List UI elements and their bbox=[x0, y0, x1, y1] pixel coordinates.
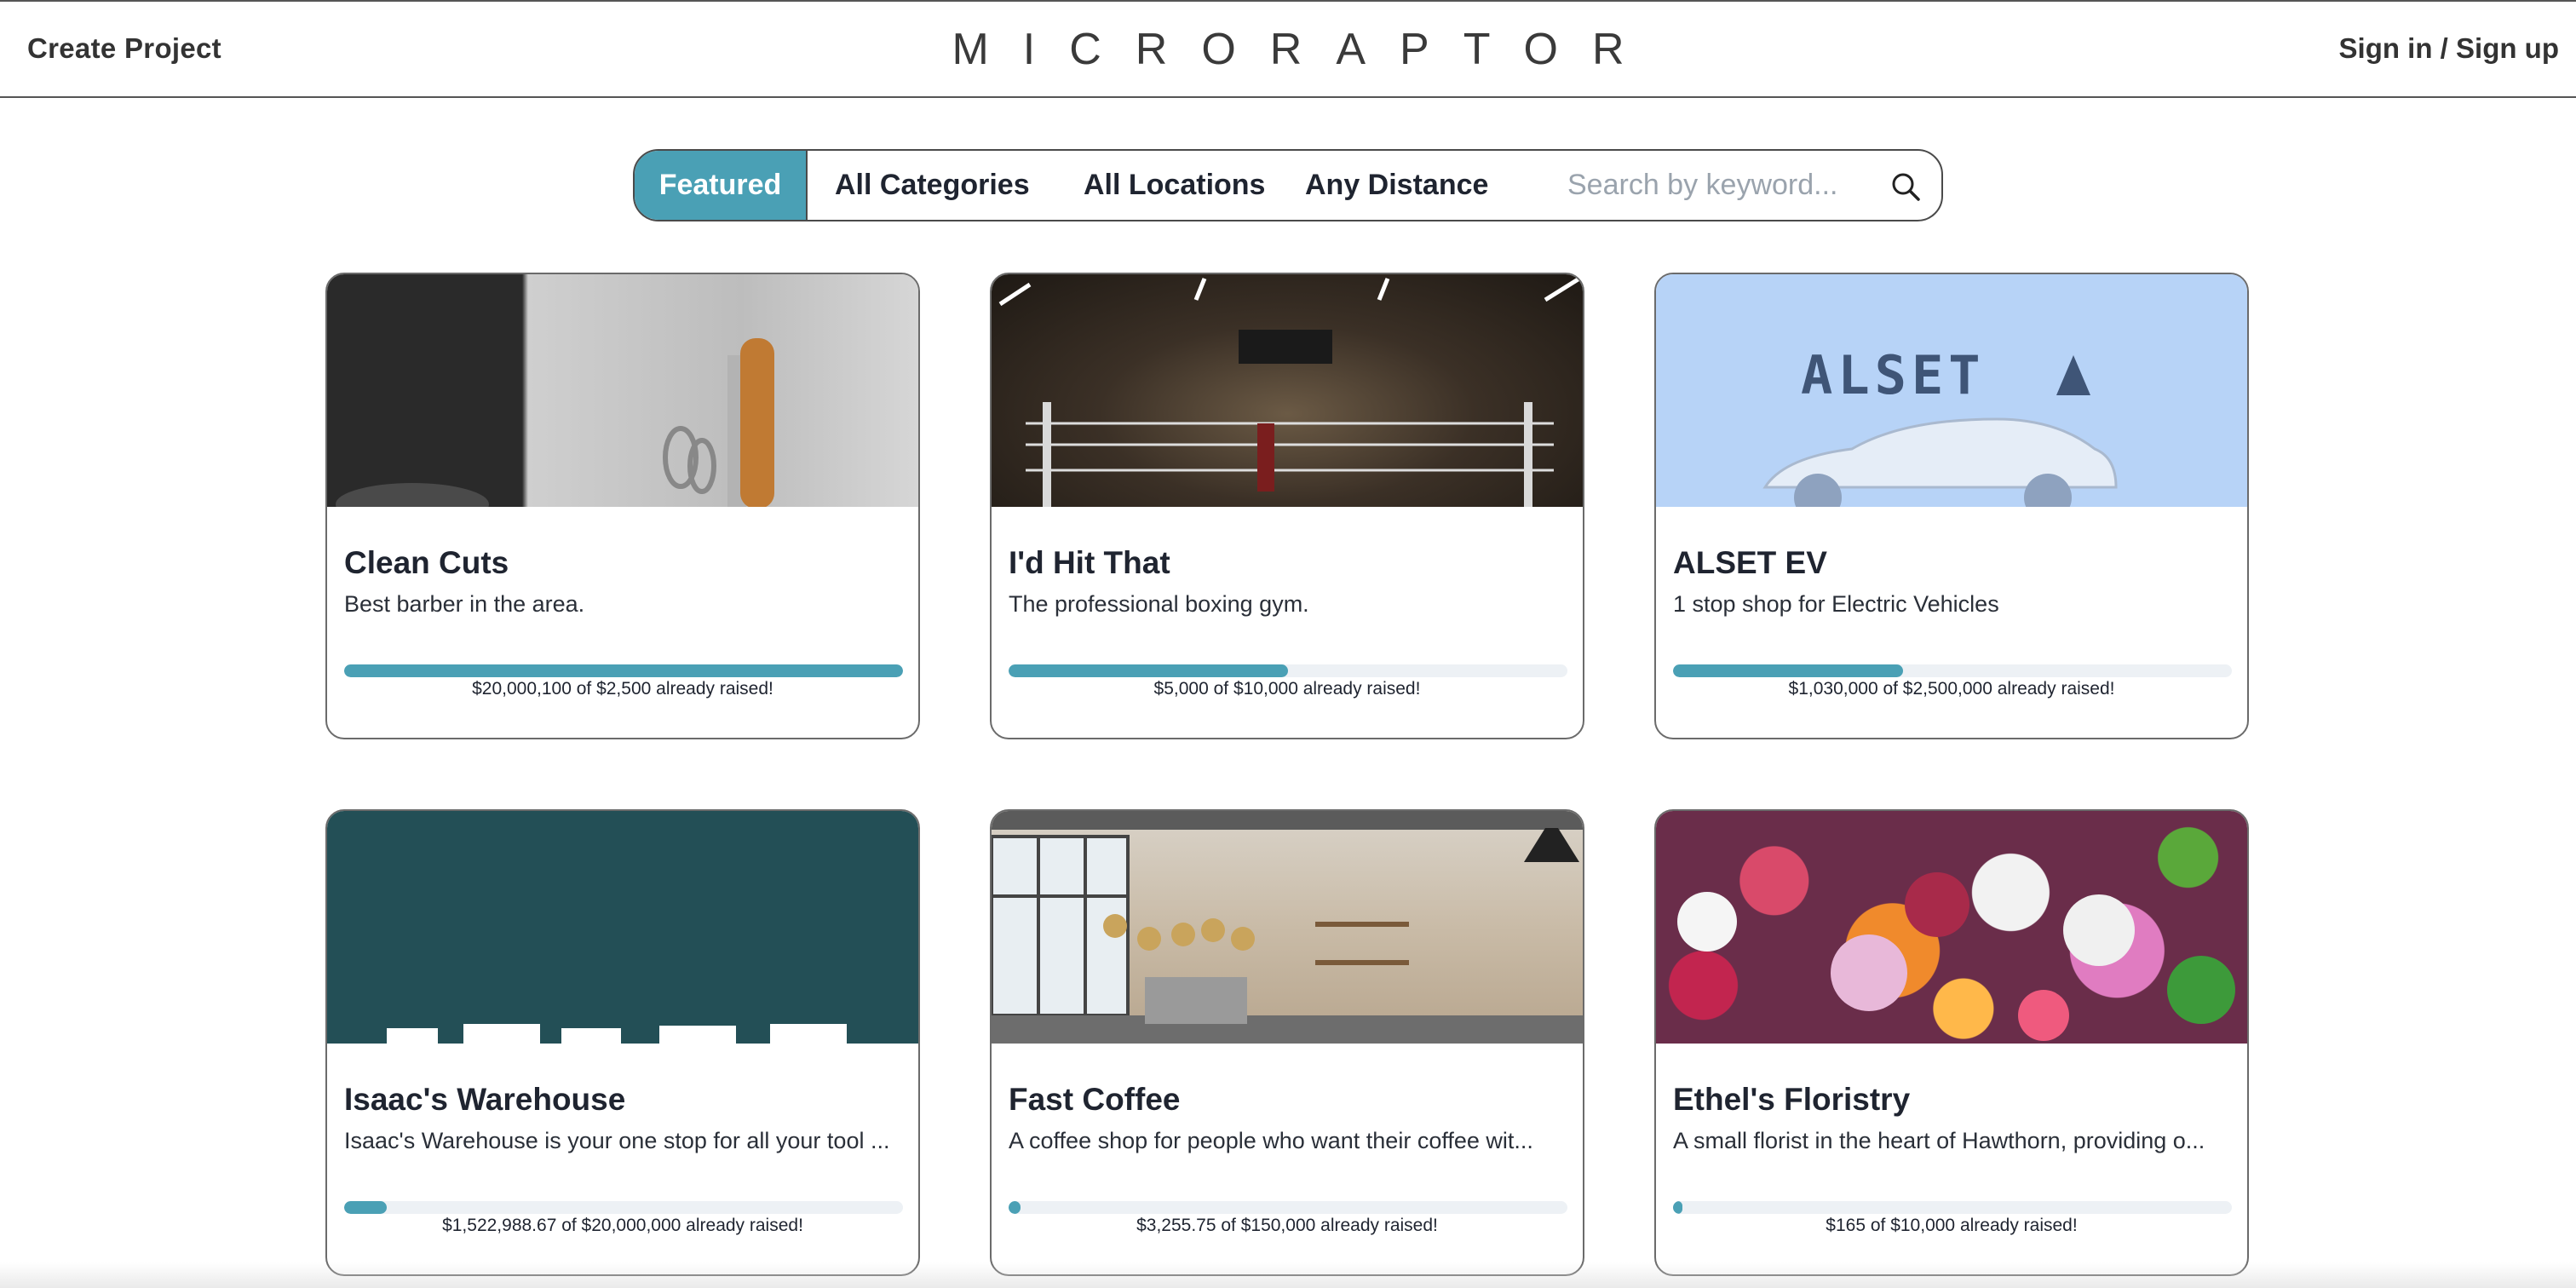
alset-logo-text: ALSET bbox=[1801, 344, 1986, 406]
project-card[interactable]: I'd Hit That The professional boxing gym… bbox=[990, 273, 1584, 739]
raised-amount-text: $1,522,988.67 of $20,000,000 already rai… bbox=[442, 1216, 803, 1235]
funding-progress-bar bbox=[344, 664, 903, 677]
progress-fill bbox=[1009, 664, 1288, 677]
raised-amount-text: $1,030,000 of $2,500,000 already raised! bbox=[1788, 679, 2115, 699]
search-icon[interactable] bbox=[1889, 170, 1923, 204]
project-image-coffee-shop bbox=[992, 811, 1583, 1044]
project-image-barber bbox=[327, 274, 918, 507]
brand-logo-text[interactable]: MICRORAPTOR bbox=[0, 24, 2576, 75]
progress-fill bbox=[1673, 664, 1904, 677]
progress-fill bbox=[344, 1201, 387, 1214]
progress-fill bbox=[1009, 1201, 1021, 1214]
project-description: Best barber in the area. bbox=[344, 591, 585, 617]
signin-signup-link[interactable]: Sign in / Sign up bbox=[2339, 32, 2559, 65]
project-title[interactable]: Isaac's Warehouse bbox=[344, 1082, 625, 1118]
progress-fill bbox=[1673, 1201, 1682, 1214]
top-header: Create Project MICRORAPTOR Sign in / Sig… bbox=[0, 0, 2576, 98]
project-card[interactable]: Isaac's Warehouse Isaac's Warehouse is y… bbox=[325, 809, 920, 1276]
project-description: A small florist in the heart of Hawthorn… bbox=[1673, 1128, 2205, 1153]
project-image-alset-logo: ALSET bbox=[1656, 274, 2247, 507]
all-categories-dropdown[interactable]: All Categories bbox=[808, 169, 1056, 202]
project-card[interactable]: Fast Coffee A coffee shop for people who… bbox=[990, 809, 1584, 1276]
project-title[interactable]: Clean Cuts bbox=[344, 545, 509, 581]
project-card[interactable]: ALSET ALSET EV 1 stop shop for Electric … bbox=[1654, 273, 2249, 739]
all-locations-dropdown[interactable]: All Locations bbox=[1056, 169, 1278, 202]
project-title[interactable]: ALSET EV bbox=[1673, 545, 1827, 581]
project-card[interactable]: Ethel's Floristry A small florist in the… bbox=[1654, 809, 2249, 1276]
keyword-search-input[interactable] bbox=[1567, 169, 1908, 202]
funding-progress-bar bbox=[1009, 1201, 1567, 1214]
funding-progress-bar bbox=[1009, 664, 1567, 677]
page-bottom-shadow bbox=[0, 1262, 2576, 1288]
raised-amount-text: $3,255.75 of $150,000 already raised! bbox=[1136, 1216, 1438, 1235]
funding-progress-bar bbox=[1673, 1201, 2232, 1214]
project-card[interactable]: Clean Cuts Best barber in the area. $20,… bbox=[325, 273, 920, 739]
raised-amount-text: $20,000,100 of $2,500 already raised! bbox=[472, 679, 773, 699]
raised-amount-text: $165 of $10,000 already raised! bbox=[1826, 1216, 2078, 1235]
project-description: The professional boxing gym. bbox=[1009, 591, 1309, 617]
project-title[interactable]: Ethel's Floristry bbox=[1673, 1082, 1910, 1118]
project-image-warehouse-logo bbox=[327, 811, 918, 1044]
filter-bar: Featured All Categories All Locations An… bbox=[633, 149, 1943, 221]
project-description: Isaac's Warehouse is your one stop for a… bbox=[344, 1128, 890, 1153]
project-description: A coffee shop for people who want their … bbox=[1009, 1128, 1533, 1153]
project-description: 1 stop shop for Electric Vehicles bbox=[1673, 591, 1999, 617]
project-title[interactable]: Fast Coffee bbox=[1009, 1082, 1180, 1118]
featured-tab[interactable]: Featured bbox=[635, 151, 808, 220]
project-image-flowers bbox=[1656, 811, 2247, 1044]
raised-amount-text: $5,000 of $10,000 already raised! bbox=[1153, 679, 1421, 699]
project-title[interactable]: I'd Hit That bbox=[1009, 545, 1170, 581]
funding-progress-bar bbox=[1673, 664, 2232, 677]
funding-progress-bar bbox=[344, 1201, 903, 1214]
project-image-boxing-gym bbox=[992, 274, 1583, 507]
progress-fill bbox=[344, 664, 903, 677]
any-distance-dropdown[interactable]: Any Distance bbox=[1278, 169, 1516, 202]
